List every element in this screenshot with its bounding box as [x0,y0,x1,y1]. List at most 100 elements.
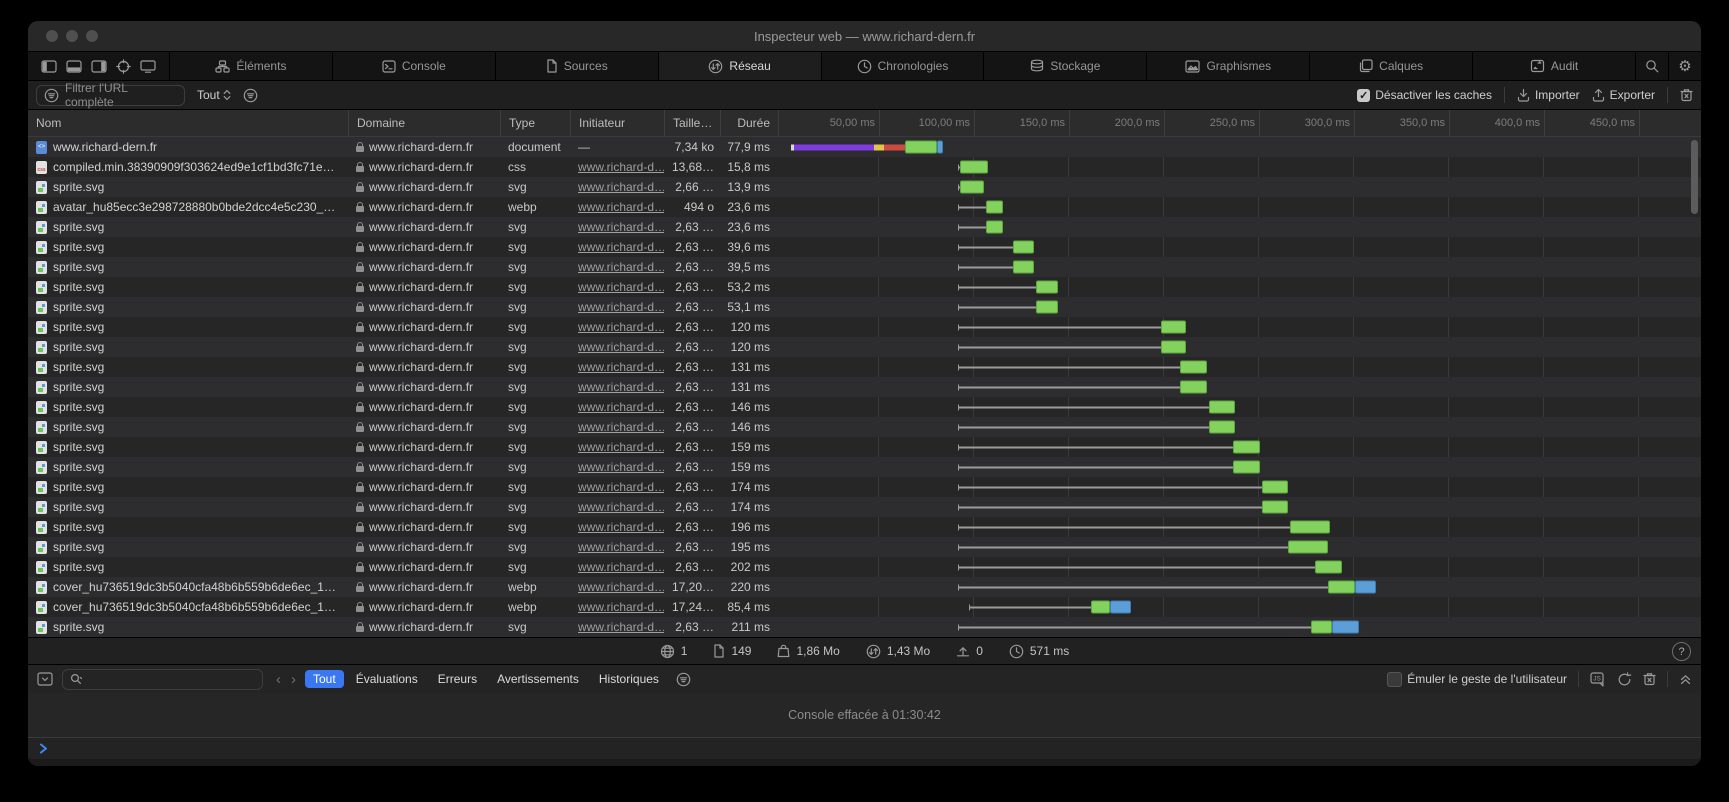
initiator-link[interactable]: www.richard-d… [578,620,664,634]
initiator-link[interactable]: www.richard-d… [578,480,664,494]
dock-bottom-icon[interactable] [66,60,82,73]
refresh-icon[interactable] [1617,672,1632,687]
table-row[interactable]: sprite.svg www.richard-dern.fr svg www.r… [28,277,1701,297]
zoom-window-button[interactable] [86,30,98,42]
initiator-link[interactable]: www.richard-d… [578,560,664,574]
initiator-link[interactable]: www.richard-d… [578,580,664,594]
initiator-link[interactable]: www.richard-d… [578,320,664,334]
dock-right-icon[interactable] [91,60,107,73]
close-window-button[interactable] [46,30,58,42]
table-row[interactable]: sprite.svg www.richard-dern.fr svg www.r… [28,557,1701,577]
minimize-window-button[interactable] [66,30,78,42]
table-row[interactable]: sprite.svg www.richard-dern.fr svg www.r… [28,377,1701,397]
table-row[interactable]: avatar_hu85ecc3e298728880b0bde2dcc4e5c23… [28,197,1701,217]
console-scope-icon[interactable] [37,672,53,686]
vertical-scrollbar[interactable] [1691,140,1698,214]
table-row[interactable]: sprite.svg www.richard-dern.fr svg www.r… [28,317,1701,337]
initiator-link[interactable]: www.richard-d… [578,360,664,374]
export-button[interactable]: Exporter [1592,88,1655,102]
dock-left-icon[interactable] [41,60,57,73]
resource-scope-dropdown[interactable]: Tout [197,88,231,102]
initiator-link[interactable]: www.richard-d… [578,200,664,214]
emulate-user-gesture-toggle[interactable]: Émuler le geste de l'utilisateur [1387,672,1567,687]
initiator-link[interactable]: www.richard-d… [578,500,664,514]
table-row[interactable]: sprite.svg www.richard-dern.fr svg www.r… [28,217,1701,237]
initiator-link[interactable]: www.richard-d… [578,400,664,414]
tab-timelines[interactable]: Chronologies [822,52,985,80]
table-row[interactable]: sprite.svg www.richard-dern.fr svg www.r… [28,337,1701,357]
url-filter-input[interactable]: Filtrer l'URL complète [36,85,185,106]
clear-network-items-icon[interactable] [1680,88,1693,102]
initiator-link[interactable]: www.richard-d… [578,240,664,254]
initiator-link[interactable]: www.richard-d… [578,600,664,614]
table-row[interactable]: sprite.svg www.richard-dern.fr svg www.r… [28,497,1701,517]
initiator-link[interactable]: www.richard-d… [578,260,664,274]
column-header-type[interactable]: Type [500,110,570,136]
tab-console[interactable]: Console [333,52,496,80]
table-row[interactable]: sprite.svg www.richard-dern.fr svg www.r… [28,537,1701,557]
column-header-name[interactable]: Nom [28,110,348,136]
js-context-icon[interactable]: JS [1590,672,1606,687]
initiator-link[interactable]: www.richard-d… [578,440,664,454]
tab-elements[interactable]: Éléments [170,52,333,80]
table-row[interactable]: sprite.svg www.richard-dern.fr svg www.r… [28,617,1701,637]
clear-console-icon[interactable] [1643,672,1656,686]
table-row[interactable]: sprite.svg www.richard-dern.fr svg www.r… [28,457,1701,477]
console-filter-avertissements[interactable]: Avertissements [489,670,587,688]
emulate-user-gesture-checkbox[interactable] [1387,672,1402,687]
table-row[interactable]: cover_hu736519dc3b5040cfa48b6b559b6de6ec… [28,577,1701,597]
help-button[interactable]: ? [1672,642,1691,661]
console-prompt[interactable] [28,738,1701,759]
initiator-link[interactable]: www.richard-d… [578,420,664,434]
initiator-link[interactable]: www.richard-d… [578,220,664,234]
initiator-link[interactable]: www.richard-d… [578,520,664,534]
settings-tab-button[interactable]: ⚙ [1669,52,1701,80]
console-filter-erreurs[interactable]: Erreurs [430,670,485,688]
collapse-console-icon[interactable] [1679,673,1692,686]
table-row[interactable]: sprite.svg www.richard-dern.fr svg www.r… [28,177,1701,197]
table-row[interactable]: sprite.svg www.richard-dern.fr svg www.r… [28,477,1701,497]
element-picker-icon[interactable] [116,59,131,74]
table-row[interactable]: sprite.svg www.richard-dern.fr svg www.r… [28,237,1701,257]
tab-sources[interactable]: Sources [496,52,659,80]
table-row[interactable]: cover_hu736519dc3b5040cfa48b6b559b6de6ec… [28,597,1701,617]
initiator-link[interactable]: www.richard-d… [578,300,664,314]
search-tab-button[interactable] [1636,52,1669,80]
initiator-link[interactable]: www.richard-d… [578,340,664,354]
tab-network[interactable]: Réseau [659,52,822,80]
window-controls[interactable] [46,30,98,42]
previous-result-button[interactable]: ‹ [276,671,281,688]
tab-graphics[interactable]: Graphismes [1147,52,1310,80]
column-header-initiator[interactable]: Initiateur [570,110,664,136]
column-header-duration[interactable]: Durée [720,110,778,136]
device-settings-icon[interactable] [140,60,156,73]
initiator-link[interactable]: www.richard-d… [578,460,664,474]
table-row[interactable]: sprite.svg www.richard-dern.fr svg www.r… [28,357,1701,377]
disable-caches-checkbox[interactable]: ✓ [1357,89,1370,102]
initiator-link[interactable]: www.richard-d… [578,160,664,174]
table-row[interactable]: sprite.svg www.richard-dern.fr svg www.r… [28,437,1701,457]
table-row[interactable]: www.richard-dern.fr www.richard-dern.fr … [28,137,1701,157]
table-row[interactable]: compiled.min.38390909f303624ed9e1cf1bd3f… [28,157,1701,177]
initiator-link[interactable]: www.richard-d… [578,280,664,294]
tab-audit[interactable]: Audit [1473,52,1636,80]
console-filter-évaluations[interactable]: Évaluations [348,670,426,688]
table-row[interactable]: sprite.svg www.richard-dern.fr svg www.r… [28,297,1701,317]
type-filter-icon[interactable] [243,88,258,103]
initiator-link[interactable]: www.richard-d… [578,380,664,394]
next-result-button[interactable]: › [291,671,296,688]
console-search-input[interactable] [62,669,263,690]
column-header-size[interactable]: Taille… [664,110,720,136]
table-row[interactable]: sprite.svg www.richard-dern.fr svg www.r… [28,417,1701,437]
initiator-link[interactable]: www.richard-d… [578,180,664,194]
console-filter-historiques[interactable]: Historiques [591,670,667,688]
console-filter-icon[interactable] [676,672,691,687]
table-row[interactable]: sprite.svg www.richard-dern.fr svg www.r… [28,397,1701,417]
disable-caches-toggle[interactable]: ✓ Désactiver les caches [1357,88,1492,102]
table-row[interactable]: sprite.svg www.richard-dern.fr svg www.r… [28,257,1701,277]
column-header-domain[interactable]: Domaine [348,110,500,136]
console-filter-tout[interactable]: Tout [305,670,344,688]
import-button[interactable]: Importer [1517,88,1580,102]
tab-storage[interactable]: Stockage [984,52,1147,80]
initiator-link[interactable]: www.richard-d… [578,540,664,554]
